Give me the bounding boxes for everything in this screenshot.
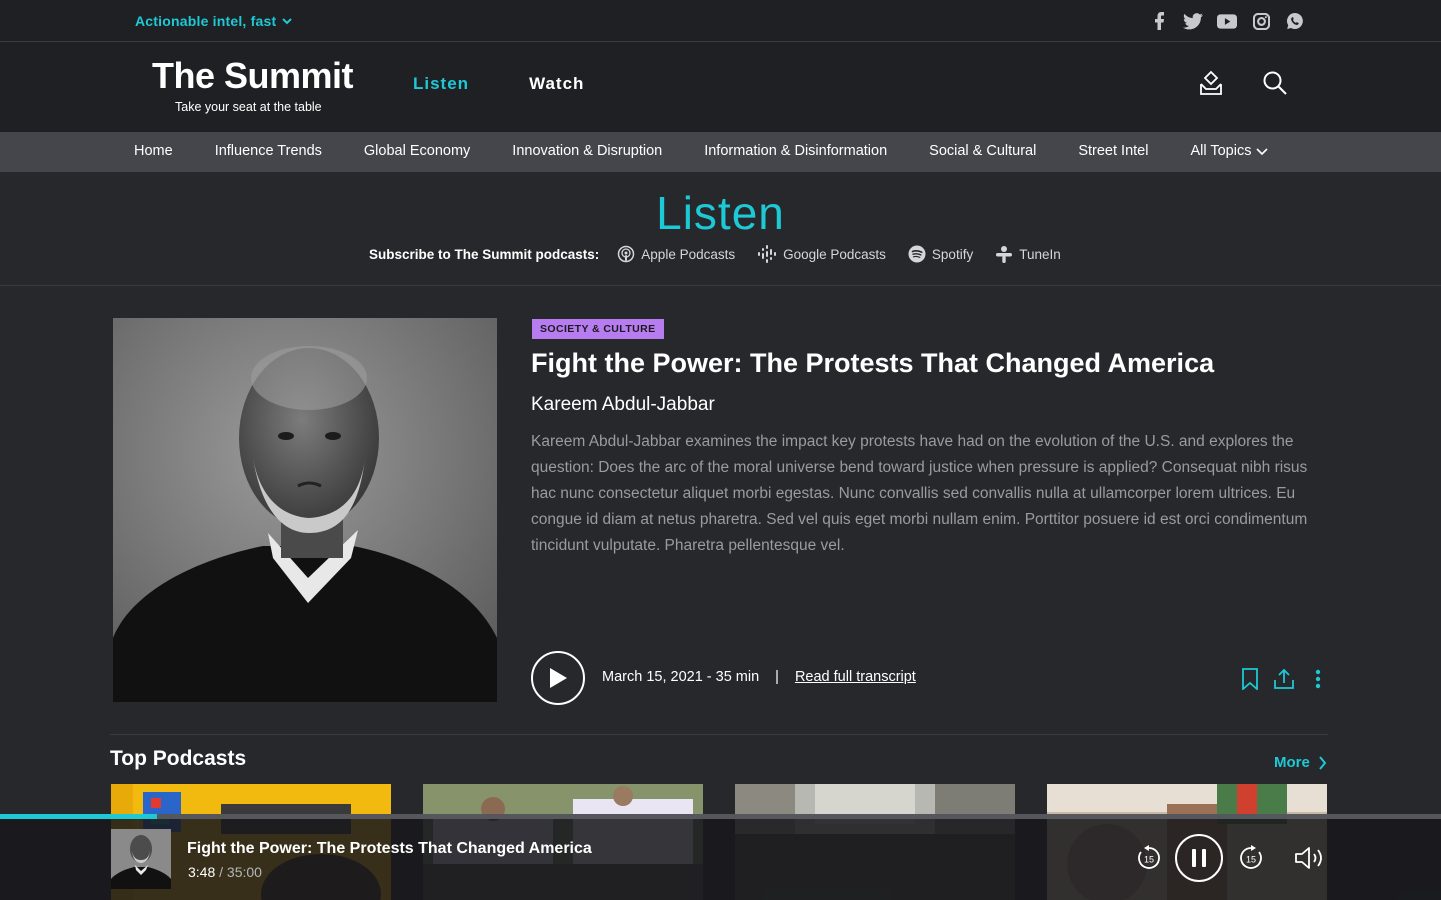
duration: / 35:00 (215, 864, 262, 880)
transcript-link[interactable]: Read full transcript (795, 669, 916, 685)
spotify-icon (908, 245, 926, 263)
meta-separator: | (775, 669, 779, 685)
page-title: Listen (656, 187, 785, 239)
subscribe-bar: Subscribe to The Summit podcasts: Apple … (369, 245, 1061, 263)
apple-podcasts-icon (618, 245, 635, 263)
twitter-icon[interactable] (1183, 11, 1203, 31)
episode-author: Kareem Abdul-Jabbar (531, 394, 715, 415)
logo-subtitle: Take your seat at the table (175, 100, 322, 114)
category-all-topics[interactable]: All Topics (1190, 143, 1269, 159)
site-header: The Summit Take your seat at the table L… (0, 42, 1441, 132)
tunein-link[interactable]: TuneIn (995, 245, 1061, 263)
main-nav: Listen Watch (413, 74, 584, 94)
youtube-icon[interactable] (1217, 11, 1237, 31)
more-options-icon[interactable] (1307, 666, 1329, 692)
audio-player: Fight the Power: The Protests That Chang… (0, 819, 1441, 900)
category-street-intel[interactable]: Street Intel (1078, 143, 1148, 159)
skip-forward-button[interactable]: 15 (1237, 844, 1265, 872)
player-controls: 15 15 (1135, 834, 1327, 882)
episode-date-length: March 15, 2021 - 35 min (602, 669, 760, 685)
site-logo[interactable]: The Summit Take your seat at the table (152, 55, 354, 115)
facebook-icon[interactable] (1149, 11, 1169, 31)
google-podcasts-icon (758, 245, 777, 263)
chevron-down-icon (282, 18, 293, 25)
pause-button[interactable] (1175, 834, 1223, 882)
volume-icon (1295, 847, 1322, 869)
current-time: 3:48 (188, 864, 216, 880)
top-podcasts-heading: Top Podcasts (110, 747, 247, 770)
section-divider (110, 734, 1328, 735)
category-nav: Home Influence Trends Global Economy Inn… (0, 132, 1441, 172)
episode-description: Kareem Abdul-Jabbar examines the impact … (531, 433, 1308, 554)
search-icon[interactable] (1261, 69, 1289, 97)
utility-bar: Actionable intel, fast (0, 0, 1441, 42)
player-thumbnail (111, 829, 171, 889)
pause-icon (1192, 849, 1206, 867)
category-badge[interactable]: SOCIETY & CULTURE (532, 319, 664, 339)
volume-button[interactable] (1293, 844, 1327, 872)
instagram-icon[interactable] (1251, 11, 1271, 31)
episode-portrait[interactable] (113, 318, 497, 702)
episode-title[interactable]: Fight the Power: The Protests That Chang… (531, 348, 1214, 379)
tunein-icon (996, 246, 1013, 263)
category-influence-trends[interactable]: Influence Trends (215, 143, 322, 159)
spotify-link[interactable]: Spotify (908, 245, 973, 263)
forward-15-icon: 15 (1240, 845, 1262, 869)
play-button[interactable] (531, 651, 585, 705)
logo-title: The Summit (152, 55, 354, 96)
saved-items-icon[interactable] (1197, 69, 1225, 97)
listen-header: Listen Subscribe to The Summit podcasts:… (0, 172, 1441, 286)
category-global-economy[interactable]: Global Economy (364, 143, 470, 159)
chevron-right-icon (1319, 755, 1327, 770)
episode-meta: March 15, 2021 - 35 min | Read full tran… (602, 669, 916, 685)
category-home[interactable]: Home (134, 143, 173, 159)
rewind-15-icon: 15 (1138, 845, 1160, 869)
category-innovation[interactable]: Innovation & Disruption (512, 143, 662, 159)
more-link[interactable]: More (1274, 754, 1327, 771)
nav-listen[interactable]: Listen (413, 74, 469, 94)
google-podcasts-link[interactable]: Google Podcasts (757, 245, 886, 263)
tagline-dropdown[interactable]: Actionable intel, fast (135, 13, 293, 29)
share-icon[interactable] (1273, 666, 1295, 692)
bookmark-icon[interactable] (1239, 666, 1261, 692)
player-title: Fight the Power: The Protests That Chang… (187, 840, 592, 857)
svg-text:15: 15 (1144, 855, 1154, 865)
skip-back-button[interactable]: 15 (1135, 844, 1163, 872)
player-time: 3:48 / 35:00 (188, 864, 262, 880)
apple-podcasts-link[interactable]: Apple Podcasts (617, 245, 735, 263)
social-links (1149, 11, 1305, 31)
chevron-down-icon (1256, 148, 1269, 156)
svg-text:15: 15 (1246, 855, 1256, 865)
tagline-label: Actionable intel, fast (135, 13, 277, 29)
subscribe-label: Subscribe to The Summit podcasts: (369, 246, 600, 262)
play-icon (550, 668, 567, 688)
header-actions (1197, 69, 1289, 97)
episode-actions (1239, 666, 1329, 692)
category-information[interactable]: Information & Disinformation (704, 143, 887, 159)
category-social-cultural[interactable]: Social & Cultural (929, 143, 1036, 159)
whatsapp-icon[interactable] (1285, 11, 1305, 31)
nav-watch[interactable]: Watch (529, 74, 584, 94)
